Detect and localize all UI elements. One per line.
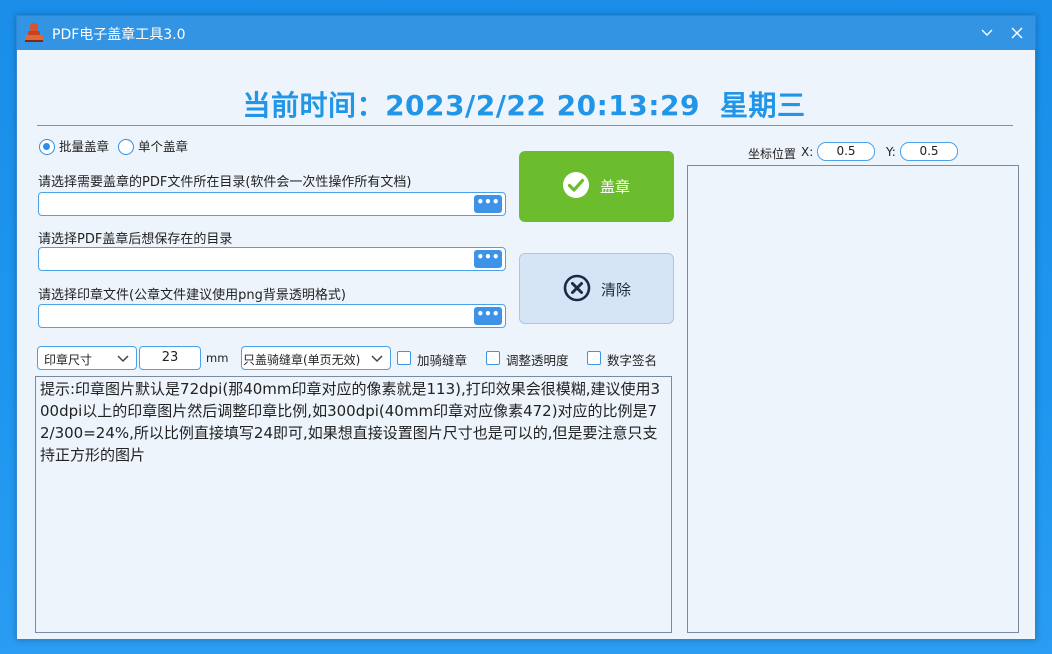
source-dir-label: 请选择需要盖章的PDF文件所在目录(软件会一次性操作所有文档) [38,175,412,190]
checkbox-box[interactable] [587,351,601,365]
checkbox-label: 加骑缝章 [417,353,468,368]
coord-label: 坐标位置 [748,147,797,161]
coord-y-input[interactable]: 0.5 [900,142,958,161]
output-dir-input[interactable] [43,250,468,268]
checkbox-transparency[interactable]: 调整透明度 [486,350,576,368]
seam-mode-select[interactable]: 只盖骑缝章(单页无效) [241,346,391,370]
seal-file-browse-button[interactable]: ••• [474,307,502,325]
radio-label: 单个盖章 [138,139,189,154]
stamp-preview-area[interactable] [687,165,1019,633]
close-icon [1011,27,1023,39]
size-mode-select[interactable]: 印章尺寸 [37,346,137,370]
output-dir-browse-button[interactable]: ••• [474,250,502,268]
chevron-down-icon [371,355,383,363]
notes-textarea[interactable]: 提示:印章图片默认是72dpi(那40mm印章对应的像素就是113),打印效果会… [35,376,672,633]
clock-label: 当前时间： [242,89,386,122]
radio-dot[interactable] [118,139,134,155]
coord-x-input[interactable]: 0.5 [817,142,875,161]
checkbox-digital-signature[interactable]: 数字签名 [587,350,667,368]
source-dir-field: ••• [38,192,506,216]
minimize-button[interactable] [977,23,997,43]
chevron-down-icon [117,355,129,363]
size-unit: mm [206,351,229,365]
radio-single-stamp[interactable]: 单个盖章 [118,138,196,156]
check-circle-icon [563,172,589,198]
radio-dot-selected[interactable] [39,139,55,155]
stamp-button-label: 盖章 [600,178,631,196]
clear-button[interactable]: 清除 [519,253,674,324]
close-circle-icon [563,274,591,302]
coord-y-label: Y: [886,145,896,159]
close-button[interactable] [1007,23,1027,43]
checkbox-box[interactable] [397,351,411,365]
window-title: PDF电子盖章工具3.0 [52,27,186,43]
seam-mode-value: 只盖骑缝章(单页无效) [243,353,361,367]
main-window: PDF电子盖章工具3.0 当前时间：2023/2/22 20:13:29 星期三 … [16,15,1036,640]
output-dir-field: ••• [38,247,506,271]
checkbox-label: 数字签名 [607,353,658,368]
current-time-display: 当前时间：2023/2/22 20:13:29 星期三 [17,84,1037,124]
seal-file-field: ••• [38,304,506,328]
coord-x-label: X: [801,145,814,159]
clock-datetime: 2023/2/22 20:13:29 [385,89,700,122]
stamp-button[interactable]: 盖章 [519,151,674,222]
source-dir-input[interactable] [43,195,468,213]
clear-button-label: 清除 [601,281,632,299]
size-mode-value: 印章尺寸 [44,353,93,367]
checkbox-seam-stamp[interactable]: 加骑缝章 [397,350,477,368]
title-bar[interactable]: PDF电子盖章工具3.0 [17,16,1035,50]
seal-file-label: 请选择印章文件(公章文件建议使用png背景透明格式) [38,288,346,303]
radio-batch-stamp[interactable]: 批量盖章 [39,138,117,156]
size-value-input[interactable]: 23 [139,346,201,370]
clock-weekday: 星期三 [719,89,806,122]
header-divider [37,125,1013,126]
checkbox-box[interactable] [486,351,500,365]
seal-file-input[interactable] [43,307,468,325]
options-row: 印章尺寸 23 mm 只盖骑缝章(单页无效) 加骑缝章 调整透明度 数字签名 [37,346,677,370]
checkbox-label: 调整透明度 [506,353,569,368]
source-dir-browse-button[interactable]: ••• [474,195,502,213]
stamp-icon [25,23,43,42]
chevron-down-icon [981,29,993,36]
radio-label: 批量盖章 [59,139,110,154]
output-dir-label: 请选择PDF盖章后想保存在的目录 [38,232,233,247]
